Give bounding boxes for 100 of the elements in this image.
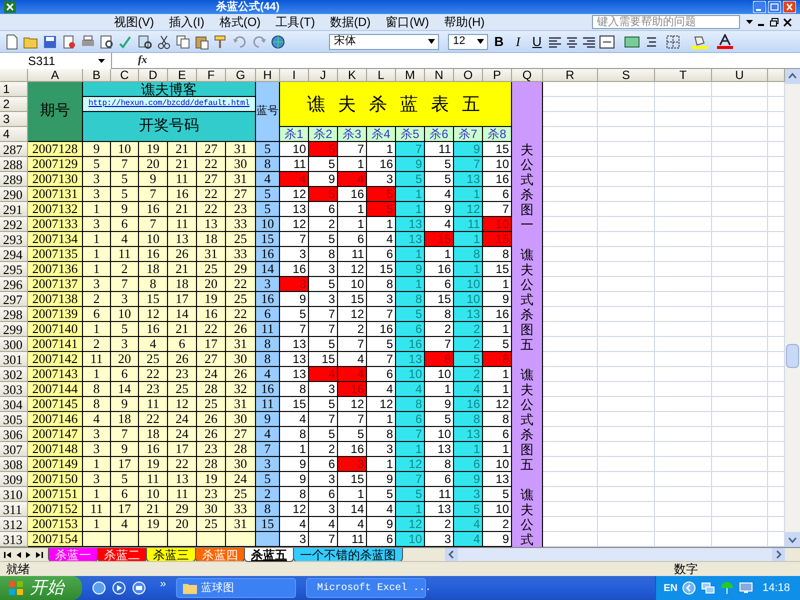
row-header[interactable]: 292 (0, 217, 28, 232)
font-color-icon[interactable] (716, 34, 734, 50)
scroll-left-icon[interactable] (445, 548, 458, 561)
name-box[interactable]: S311 (0, 52, 112, 68)
row-header[interactable]: 297 (0, 292, 28, 307)
row-header[interactable]: 308 (0, 457, 28, 472)
row-header[interactable]: 312 (0, 517, 28, 532)
horizontal-scrollbar[interactable] (445, 548, 785, 561)
column-header[interactable]: P (483, 69, 512, 82)
column-header[interactable]: Q (512, 69, 543, 82)
column-header[interactable]: E (168, 69, 197, 82)
row-header[interactable]: 311 (0, 502, 28, 517)
column-header[interactable]: G (226, 69, 256, 82)
cut-icon[interactable] (156, 34, 172, 50)
row-header[interactable]: 293 (0, 232, 28, 247)
format-button[interactable]: B (491, 35, 507, 48)
scroll-thumb[interactable] (786, 344, 799, 368)
menu-item[interactable]: 视图(V) (114, 16, 154, 28)
column-header[interactable]: C (111, 69, 139, 82)
row-header[interactable]: 313 (0, 532, 28, 547)
row-header[interactable]: 294 (0, 247, 28, 262)
align-center-icon[interactable] (565, 36, 579, 48)
row-header[interactable]: 288 (0, 157, 28, 172)
permission-icon[interactable] (61, 34, 77, 50)
row-header[interactable]: 302 (0, 367, 28, 382)
row-header[interactable]: 290 (0, 187, 28, 202)
menu-item[interactable]: 工具(T) (276, 16, 315, 28)
column-header[interactable]: K (338, 69, 367, 82)
column-header[interactable]: M (396, 69, 425, 82)
merge-cells-icon[interactable] (599, 34, 615, 48)
align-left-icon[interactable] (548, 36, 562, 48)
new-file-icon[interactable] (4, 34, 20, 50)
research-icon[interactable] (137, 34, 153, 50)
close-icon[interactable] (783, 18, 792, 26)
row-header[interactable]: 295 (0, 262, 28, 277)
monitor-icon[interactable] (739, 581, 754, 595)
column-header[interactable]: I (280, 69, 309, 82)
column-header[interactable]: H (256, 69, 280, 82)
maximize-icon[interactable] (768, 1, 781, 13)
font-size-dropdown[interactable]: 12 (448, 34, 488, 50)
sheet-tab[interactable]: 杀蓝三 (146, 548, 196, 562)
align-right-icon[interactable] (582, 36, 596, 48)
scroll-down-icon[interactable] (785, 532, 800, 547)
row-header[interactable]: 303 (0, 382, 28, 397)
expand-tray-icon[interactable] (682, 581, 696, 595)
umbrella-icon[interactable] (720, 581, 734, 595)
column-header[interactable]: A (28, 69, 83, 82)
sheet-tab[interactable]: 杀蓝二 (97, 548, 147, 562)
fill-color-icon[interactable] (691, 34, 709, 50)
taskbar-button[interactable]: 蓝球图 (176, 578, 296, 598)
caret-icon[interactable] (746, 20, 753, 24)
scroll-right-icon[interactable] (772, 548, 785, 561)
row-header[interactable]: 299 (0, 322, 28, 337)
column-header[interactable]: N (425, 69, 454, 82)
browser-icon[interactable] (92, 581, 106, 595)
globe-icon[interactable] (270, 34, 286, 50)
row-header[interactable]: 296 (0, 277, 28, 292)
hyperlink[interactable]: http://hexun.com/bzcdd/default.html (88, 98, 250, 110)
column-header[interactable]: F (197, 69, 226, 82)
row-header[interactable]: 300 (0, 337, 28, 352)
network-icon[interactable] (701, 581, 716, 595)
column-header[interactable]: B (83, 69, 111, 82)
row-header[interactable]: 298 (0, 307, 28, 322)
row-header[interactable]: 287 (0, 142, 28, 157)
vertical-scrollbar[interactable] (785, 69, 800, 547)
row-header[interactable]: 309 (0, 472, 28, 487)
save-icon[interactable] (42, 34, 58, 50)
currency-icon[interactable] (624, 34, 640, 48)
menu-item[interactable]: 数据(D) (330, 16, 371, 28)
restore-icon[interactable] (770, 18, 779, 26)
column-header[interactable]: J (309, 69, 338, 82)
last-sheet-icon[interactable] (36, 550, 43, 558)
menu-item[interactable]: 格式(O) (219, 16, 261, 28)
font-dropdown[interactable]: 宋体 (329, 34, 439, 50)
column-header[interactable]: D (139, 69, 168, 82)
column-header[interactable]: O (454, 69, 483, 82)
copy-icon[interactable] (175, 34, 191, 50)
previous-sheet-icon[interactable] (16, 550, 21, 558)
first-sheet-icon[interactable] (4, 550, 11, 558)
row-header[interactable]: 307 (0, 442, 28, 457)
menu-item[interactable]: 窗口(W) (386, 16, 429, 28)
row-header[interactable]: 304 (0, 397, 28, 412)
column-header[interactable]: T (655, 69, 712, 82)
start-button[interactable]: 开始 (0, 576, 82, 600)
row-header[interactable]: 4 (0, 127, 28, 142)
print-preview-icon[interactable] (99, 34, 115, 50)
messenger-icon[interactable] (132, 581, 146, 595)
row-header[interactable]: 305 (0, 412, 28, 427)
row-header[interactable]: 2 (0, 97, 28, 112)
row-header[interactable]: 291 (0, 202, 28, 217)
function-button[interactable]: fx (138, 52, 148, 69)
borders-icon[interactable] (666, 34, 682, 48)
format-button[interactable]: U (529, 35, 545, 48)
row-header[interactable]: 306 (0, 427, 28, 442)
row-header[interactable]: 3 (0, 112, 28, 127)
paste-icon[interactable] (194, 34, 210, 50)
row-header[interactable]: 301 (0, 352, 28, 367)
column-header[interactable]: R (543, 69, 598, 82)
row-header[interactable]: 1 (0, 82, 28, 97)
sheet-tab[interactable]: 杀蓝五 (244, 548, 294, 562)
